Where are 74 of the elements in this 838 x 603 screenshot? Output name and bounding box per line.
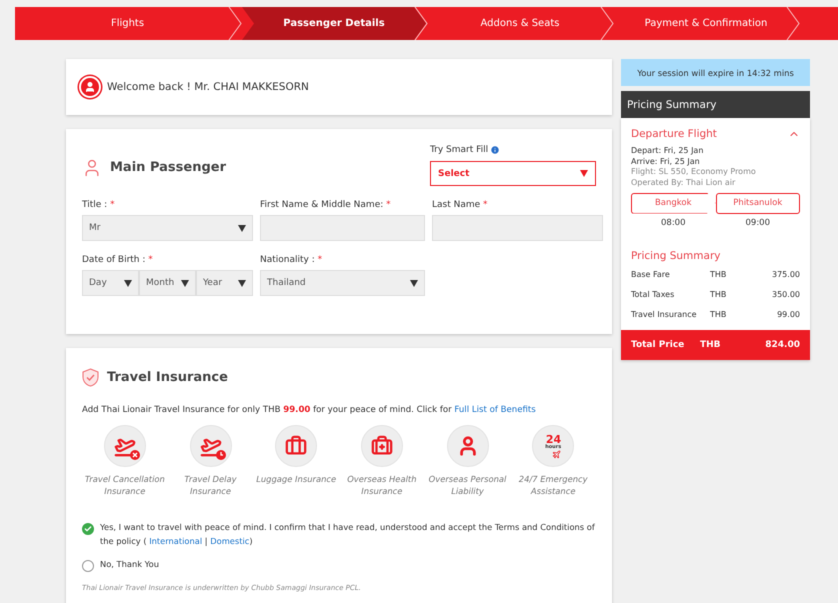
price-amount: 99.00 — [776, 310, 800, 319]
radio-button[interactable] — [82, 560, 94, 572]
check-icon — [84, 525, 92, 534]
select-field[interactable]: Thailand — [260, 270, 425, 296]
flight-title: Departure Flight — [631, 128, 717, 140]
currency: THB — [710, 270, 728, 279]
user-avatar-icon — [79, 76, 101, 98]
total-label: Total Price — [631, 340, 686, 350]
price-label: Base Fare — [631, 270, 671, 279]
flight-time: 09:00 — [746, 218, 770, 228]
caret-icon — [238, 224, 246, 232]
caret-icon — [410, 280, 418, 286]
policy-link[interactable]: Domestic — [210, 536, 250, 546]
benefit-label: Overseas Health Insurance — [346, 473, 418, 498]
flight-detail: Arrive: Fri, 25 Jan — [631, 156, 701, 166]
currency: THB — [710, 310, 728, 319]
caret-icon — [580, 170, 588, 177]
summary-title: Pricing Summary — [631, 250, 722, 262]
benefit-label: Travel Delay Insurance — [183, 473, 238, 498]
total-amount: 824.00 — [764, 340, 800, 350]
section-title: Travel Insurance — [107, 370, 228, 385]
date-select[interactable]: Year — [196, 270, 253, 296]
price-label: Total Taxes — [631, 290, 676, 299]
step-tab[interactable]: Flights — [15, 7, 240, 40]
step-tab[interactable]: Payment & Confirmation — [614, 7, 798, 40]
step-tab[interactable]: Addons & Seats — [428, 7, 612, 40]
benefit-label: 24/7 Emergency Assistance — [518, 473, 589, 498]
field-label: Nationality : * — [260, 255, 324, 265]
chevron-icon — [228, 7, 242, 40]
option-text: No, Thank You — [100, 558, 159, 571]
policy-link[interactable]: International — [149, 536, 202, 546]
benefit-label: Overseas Personal Liability — [428, 473, 508, 498]
field-label: Date of Birth : * — [82, 255, 154, 265]
chevron-icon — [786, 7, 800, 40]
price-amount: 350.00 — [771, 290, 800, 299]
price-label: Travel Insurance — [631, 310, 698, 319]
flight-detail: Flight: SL 550, Economy Promo — [631, 167, 757, 176]
chevron-icon — [600, 7, 614, 40]
input-field[interactable] — [432, 215, 603, 241]
date-select[interactable]: Day — [82, 270, 139, 296]
caret-icon — [124, 280, 132, 286]
benefits-link[interactable]: Full List of Benefits — [454, 405, 536, 415]
smart-fill-label: Try Smart Fill — [430, 145, 596, 155]
panel-header: Pricing Summary — [621, 91, 810, 118]
input-field[interactable] — [260, 215, 425, 241]
info-icon — [490, 145, 500, 155]
radio-button[interactable] — [82, 523, 94, 536]
caret-icon — [238, 280, 246, 286]
flight-detail: Depart: Fri, 25 Jan — [631, 146, 704, 155]
medical-bag-icon — [370, 435, 393, 457]
welcome-text: Welcome back ! Mr. CHAI MAKKESORN — [107, 81, 309, 93]
caret-icon — [181, 280, 189, 286]
shield-check-icon — [82, 368, 99, 387]
chevron-icon — [414, 7, 428, 40]
city-tag: Phitsanulok — [716, 192, 800, 214]
price-amount: 375.00 — [771, 270, 800, 279]
field-label: First Name & Middle Name: * — [260, 200, 392, 210]
session-banner: Your session will expire in 14:32 mins — [621, 59, 810, 86]
section-title: Main Passenger — [110, 160, 226, 175]
field-label: Last Name * — [432, 200, 489, 210]
field-label: Title : * — [82, 200, 116, 210]
select-field[interactable]: Mr — [82, 215, 253, 241]
currency: THB — [700, 340, 722, 350]
benefit-label: Luggage Insurance — [256, 473, 336, 486]
flight-detail: Operated By: Thai Lion air — [631, 178, 736, 186]
date-select[interactable]: Month — [139, 270, 196, 296]
currency: THB — [710, 290, 728, 299]
insurance-intro: Add Thai Lionair Travel Insurance for only THB 99.00 for your peace of mind. Click for Full List of Benefits — [82, 405, 537, 415]
step-tab[interactable]: Passenger Details — [242, 7, 426, 40]
benefit-label: Travel Cancellation Insurance — [84, 473, 166, 498]
briefcase-icon — [285, 435, 308, 457]
smart-fill-select[interactable]: Select — [430, 161, 596, 186]
flight-time: 08:00 — [661, 218, 686, 228]
option-text: Yes, I want to travel with peace of mind. I confirm that I have read, understood and accept the Terms and Conditions of the policy ( International | Domestic) — [100, 521, 596, 548]
